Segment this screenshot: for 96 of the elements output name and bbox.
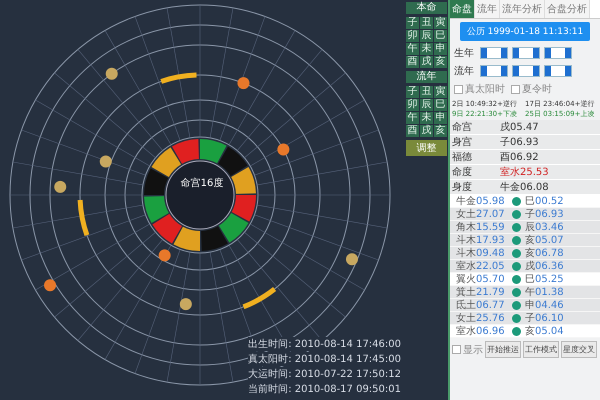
star-degree: 斗木17.93: [456, 234, 506, 247]
center-label: 命宫16度: [180, 178, 224, 190]
palace-degree: 子06.93: [525, 208, 564, 221]
tab[interactable]: 命盘: [450, 0, 475, 18]
palace-degree: 辰03.46: [525, 221, 564, 234]
branch-button[interactable]: 巳: [434, 30, 447, 42]
branch-button[interactable]: 午: [406, 43, 419, 55]
planet-row[interactable]: 箕土21.79 午01.38: [450, 286, 600, 299]
branch-button[interactable]: 寅: [434, 86, 447, 98]
planet-row[interactable]: 室水22.05 戌06.36: [450, 260, 600, 273]
stem-picker[interactable]: [480, 65, 508, 77]
planet-row[interactable]: 斗木09.48 亥06.78: [450, 247, 600, 260]
star-degree: 斗木09.48: [456, 246, 506, 260]
date-button[interactable]: 公历 1999-01-18 11:13:11: [460, 22, 590, 41]
branch-button[interactable]: 卯: [406, 30, 419, 42]
stem-picker[interactable]: [544, 47, 572, 59]
branch-button[interactable]: 申: [434, 43, 447, 55]
info-label: 身度: [451, 180, 473, 194]
planet-row[interactable]: 室水06.96 亥05.04: [450, 325, 600, 338]
show-checkbox[interactable]: 显示: [452, 342, 483, 356]
branch-button[interactable]: 酉: [406, 56, 419, 68]
option-checkbox[interactable]: 夏令时: [511, 82, 552, 96]
branch-button[interactable]: 未: [420, 112, 433, 124]
branch-button[interactable]: 子: [406, 86, 419, 98]
planet-row[interactable]: 角木15.59 辰03.46: [450, 221, 600, 234]
palace-degree: 申04.46: [525, 298, 564, 312]
stem-picker[interactable]: [512, 47, 540, 59]
branch-button[interactable]: 未: [420, 43, 433, 55]
palace-degree: 亥05.07: [525, 234, 564, 247]
info-label: 福德: [451, 150, 473, 164]
info-value: 戌05.47: [500, 120, 539, 134]
star-degree: 牛金05.98: [456, 194, 506, 208]
star-degree: 角木15.59: [456, 220, 506, 234]
stem-picker[interactable]: [480, 47, 508, 59]
star-degree: 箕土21.79: [456, 286, 506, 299]
planet-row[interactable]: 女土27.07 子06.93: [450, 208, 600, 221]
planet-row[interactable]: 翼火05.70 巳05.25: [450, 273, 600, 286]
tab[interactable]: 合盘分析: [545, 0, 590, 18]
option-label: 真太阳时: [465, 82, 505, 96]
planet-row[interactable]: 牛金05.98 巳00.52: [450, 195, 600, 208]
checkbox-icon[interactable]: [452, 345, 461, 354]
adjust-button[interactable]: 调整: [406, 140, 447, 156]
palace-degree: 亥05.04: [525, 324, 564, 338]
info-value: 酉06.92: [500, 151, 539, 164]
palace-degree: 子06.10: [525, 312, 564, 325]
info-label: 身宫: [451, 136, 473, 149]
action-button[interactable]: 工作模式: [523, 341, 559, 358]
star-degree: 女土27.07: [456, 208, 506, 221]
planet-row[interactable]: 女土25.76 子06.10: [450, 312, 600, 325]
row-label: 流年: [454, 64, 475, 78]
branch-button[interactable]: 戌: [420, 56, 433, 68]
planet-row[interactable]: 斗木17.93 亥05.07: [450, 234, 600, 247]
info-value: 牛金06.08: [500, 180, 549, 194]
palace-degree: 巳00.52: [525, 195, 564, 208]
option-label: 显示: [463, 344, 483, 356]
star-degree: 室水22.05: [456, 260, 506, 273]
branch-button[interactable]: 戌: [420, 125, 433, 137]
branch-button[interactable]: 亥: [434, 56, 447, 68]
star-degree: 女土25.76: [456, 312, 506, 325]
branch-button[interactable]: 丑: [420, 86, 433, 98]
branch-button[interactable]: 寅: [434, 17, 447, 29]
info-label: 命度: [451, 166, 473, 179]
checkbox-icon[interactable]: [511, 84, 520, 94]
branch-button[interactable]: 辰: [420, 30, 433, 42]
section-title: 本命: [406, 2, 447, 14]
star-degree: 室水06.96: [456, 324, 506, 338]
action-button[interactable]: 开始推运: [485, 341, 521, 358]
checkbox-icon[interactable]: [454, 84, 463, 94]
branch-button[interactable]: 申: [434, 112, 447, 124]
stem-picker[interactable]: [512, 65, 540, 77]
star-degree: 翼火05.70: [456, 272, 506, 286]
branch-button[interactable]: 亥: [434, 125, 447, 137]
option-checkbox[interactable]: 真太阳时: [454, 82, 505, 96]
stem-picker[interactable]: [544, 65, 572, 77]
branch-button[interactable]: 巳: [434, 99, 447, 111]
branch-button[interactable]: 辰: [420, 99, 433, 111]
branch-button[interactable]: 子: [406, 17, 419, 29]
action-button[interactable]: 星度交叉: [561, 341, 597, 358]
branch-button[interactable]: 午: [406, 112, 419, 124]
option-label: 夏令时: [522, 82, 552, 96]
row-label: 生年: [454, 46, 475, 60]
palace-degree: 亥06.78: [525, 246, 564, 260]
branch-button[interactable]: 卯: [406, 99, 419, 111]
palace-degree: 巳05.25: [525, 273, 564, 286]
tab[interactable]: 流年: [475, 0, 500, 18]
palace-degree: 午01.38: [525, 286, 564, 299]
branch-button[interactable]: 酉: [406, 125, 419, 137]
palace-degree: 戌06.36: [525, 260, 564, 273]
star-degree: 氐土06.77: [456, 298, 506, 312]
branch-button[interactable]: 丑: [420, 17, 433, 29]
tab[interactable]: 流年分析: [500, 0, 545, 18]
info-value: 室水25.53: [500, 166, 549, 179]
planet-row[interactable]: 氐土06.77 申04.46: [450, 299, 600, 312]
info-value: 子06.93: [500, 136, 539, 149]
info-label: 命宫: [451, 120, 473, 134]
section-title: 流年: [406, 71, 447, 83]
